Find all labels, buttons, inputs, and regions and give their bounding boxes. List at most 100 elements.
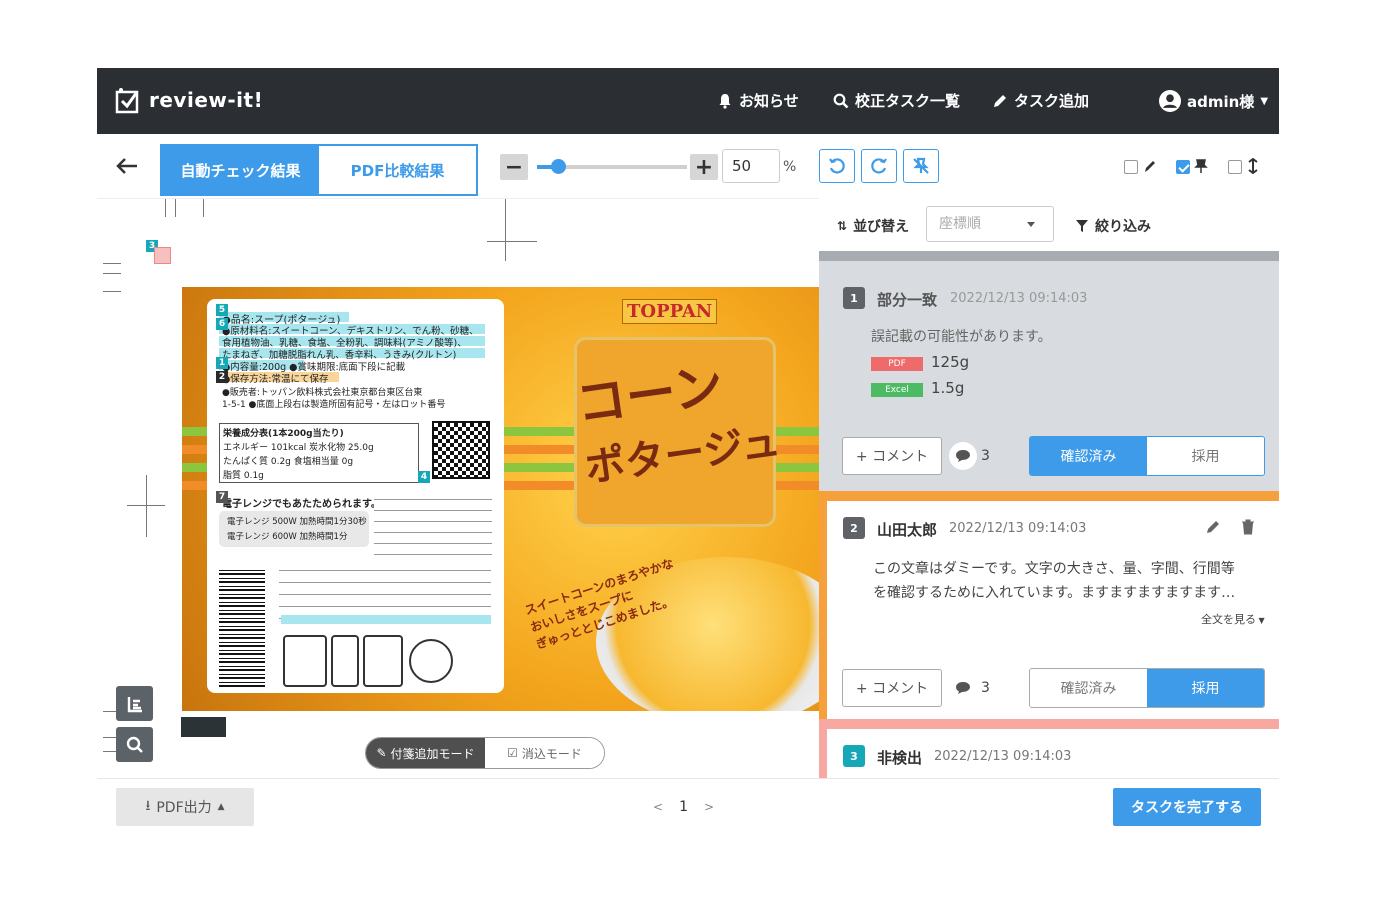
prev-page-button[interactable]: < xyxy=(653,800,663,814)
nav-notice[interactable]: お知らせ xyxy=(717,90,799,111)
comment-count-number: 3 xyxy=(981,448,990,464)
ingredient-label-panel: ●品名:スープ(ポタージュ) ●原材料名:スイートコーン、デキストリン、でん粉、… xyxy=(207,299,504,693)
tab-auto-check[interactable]: 自動チェック結果 xyxy=(162,146,319,194)
excel-value: 1.5g xyxy=(931,379,965,397)
result-card-2[interactable]: 2 山田太郎 2022/12/13 09:14:03 この文章はダミーです。文字… xyxy=(819,491,1279,719)
result-card-1[interactable]: 1 部分一致 2022/12/13 09:14:03 誤記載の可能性があります。… xyxy=(819,251,1279,495)
pin-badge[interactable]: 2 xyxy=(216,371,228,383)
filter-control[interactable]: 絞り込み xyxy=(1075,216,1151,236)
speech-bubble-icon xyxy=(956,450,970,462)
crop-mark xyxy=(505,199,506,261)
complete-task-button[interactable]: タスクを完了する xyxy=(1113,788,1261,826)
crop-mark xyxy=(146,475,147,537)
zoom-out-button[interactable]: − xyxy=(500,154,528,180)
undo-button[interactable] xyxy=(819,149,855,183)
pen-toggle-checkbox[interactable] xyxy=(1124,160,1138,174)
app-window: review-it! お知らせ 校正タスク一覧 タスク追加 admin様 ▼ 自… xyxy=(97,68,1279,833)
add-comment-button[interactable]: + コメント xyxy=(842,669,942,707)
crop-mark xyxy=(103,273,121,274)
sort-label: 並び替え xyxy=(853,219,910,235)
user-avatar-icon xyxy=(1159,90,1181,112)
pen-icon xyxy=(1145,161,1155,172)
barcode xyxy=(219,569,265,687)
adopt-button[interactable]: 採用 xyxy=(1147,669,1264,707)
pdf-tag: PDF xyxy=(871,357,923,371)
certification-mark xyxy=(409,639,453,683)
erase-mode-label: 消込モード xyxy=(521,746,582,761)
pencil-icon xyxy=(994,94,1006,107)
crop-mark xyxy=(203,199,204,217)
pin-badge[interactable]: 6 xyxy=(216,318,228,330)
pin-badge[interactable]: 5 xyxy=(216,304,228,316)
adopt-button[interactable]: 採用 xyxy=(1147,437,1264,475)
magnify-button[interactable] xyxy=(116,727,153,762)
pin-marker[interactable] xyxy=(154,247,171,264)
comment-count-number: 3 xyxy=(981,680,990,696)
redo-button[interactable] xyxy=(861,149,897,183)
nav-task-list[interactable]: 校正タスク一覧 xyxy=(833,90,960,111)
zoom-input[interactable]: 50 xyxy=(722,149,780,183)
nutrition-title: 栄養成分表(1本200g当たり) xyxy=(223,429,344,439)
download-icon: ⭳ xyxy=(145,798,151,814)
card-date: 2022/12/13 09:14:03 xyxy=(934,749,1072,764)
card-date: 2022/12/13 09:14:03 xyxy=(949,521,1087,536)
chevron-down-icon: ▼ xyxy=(1260,95,1269,107)
confirmed-button[interactable]: 確認済み xyxy=(1030,669,1147,707)
crop-mark xyxy=(103,263,121,264)
show-full-text-link[interactable]: 全文を見る ▼ xyxy=(1201,611,1265,627)
crop-mark xyxy=(165,199,166,217)
next-page-button[interactable]: > xyxy=(704,800,714,814)
back-arrow-icon[interactable] xyxy=(115,156,139,176)
trash-icon[interactable] xyxy=(1241,519,1255,535)
nav-add-task[interactable]: タスク追加 xyxy=(992,90,1089,111)
edit-pencil-icon[interactable] xyxy=(1205,519,1221,535)
add-note-mode-label: 付箋追加モード xyxy=(390,746,475,761)
microwave-box: 電子レンジ 500W 加熱時間1分30秒 電子レンジ 600W 加熱時間1分 xyxy=(219,511,369,547)
comment-count[interactable] xyxy=(949,442,977,470)
comment-count[interactable] xyxy=(949,674,977,702)
pin-badge[interactable]: 1 xyxy=(216,357,228,369)
result-card-3[interactable]: 3 非検出 2022/12/13 09:14:03 xyxy=(819,719,1279,778)
card-author: 山田太郎 xyxy=(877,521,938,539)
card-body: この文章はダミーです。文字の大きさ、量、字間、行間等 を確認するために入れていま… xyxy=(873,557,1235,605)
list-icon xyxy=(127,696,142,712)
pagination: < 1 > xyxy=(653,799,714,815)
card-body-line: この文章はダミーです。文字の大きさ、量、字間、行間等 xyxy=(873,561,1235,577)
document-viewer[interactable]: 3 TOPPAN コーン ポタージュ スイートコーンのまろやかな おいしさをスー… xyxy=(97,198,819,778)
card-body-line: を確認するために入れています。ますますますますます… xyxy=(873,585,1236,601)
logo-text: review-it! xyxy=(149,88,264,112)
user-menu[interactable]: admin様 ▼ xyxy=(1159,90,1268,112)
search-icon xyxy=(833,93,849,108)
show-full-text-label: 全文を見る xyxy=(1201,613,1256,626)
card-number: 2 xyxy=(843,517,865,539)
color-swatch xyxy=(181,717,226,737)
tab-pdf-compare[interactable]: PDF比較結果 xyxy=(319,146,476,194)
sort-control[interactable]: ⇅ 並び替え xyxy=(837,216,909,236)
user-name: admin様 xyxy=(1187,92,1255,111)
pin-badge[interactable]: 7 xyxy=(216,491,228,503)
list-view-button[interactable] xyxy=(116,686,153,721)
add-note-mode-button[interactable]: ✎ 付箋追加モード xyxy=(366,738,485,768)
result-tabs: 自動チェック結果 PDF比較結果 xyxy=(160,144,478,196)
highlight[interactable] xyxy=(281,615,491,624)
erase-mode-button[interactable]: ☑ 消込モード xyxy=(485,738,604,768)
add-comment-button[interactable]: + コメント xyxy=(842,437,942,475)
nav-task-list-label: 校正タスク一覧 xyxy=(855,92,961,110)
pdf-export-button[interactable]: ⭳ PDF出力 ▲ xyxy=(116,788,254,826)
hide-markers-button[interactable] xyxy=(903,149,939,183)
card-number: 3 xyxy=(843,745,865,767)
label-text: 電子レンジ 600W 加熱時間1分 xyxy=(227,532,348,542)
pin-badge[interactable]: 4 xyxy=(418,471,430,483)
pdf-export-label: PDF出力 xyxy=(156,800,212,816)
zoom-slider-handle[interactable] xyxy=(551,159,566,174)
footer-bar: ⭳ PDF出力 ▲ < 1 > タスクを完了する xyxy=(97,778,1279,833)
pin-toggle-checkbox[interactable] xyxy=(1176,160,1190,174)
sort-select[interactable]: 座標順 xyxy=(926,206,1054,242)
confirmed-button[interactable]: 確認済み xyxy=(1030,437,1147,475)
scroll-sync-checkbox[interactable] xyxy=(1228,160,1242,174)
logo[interactable]: review-it! xyxy=(115,86,263,114)
nutrition-row: 脂質 0.1g xyxy=(223,471,264,481)
vertical-arrows-icon xyxy=(1248,158,1258,174)
zoom-in-button[interactable]: + xyxy=(690,154,718,180)
card-message: 誤記載の可能性があります。 xyxy=(871,329,1052,345)
